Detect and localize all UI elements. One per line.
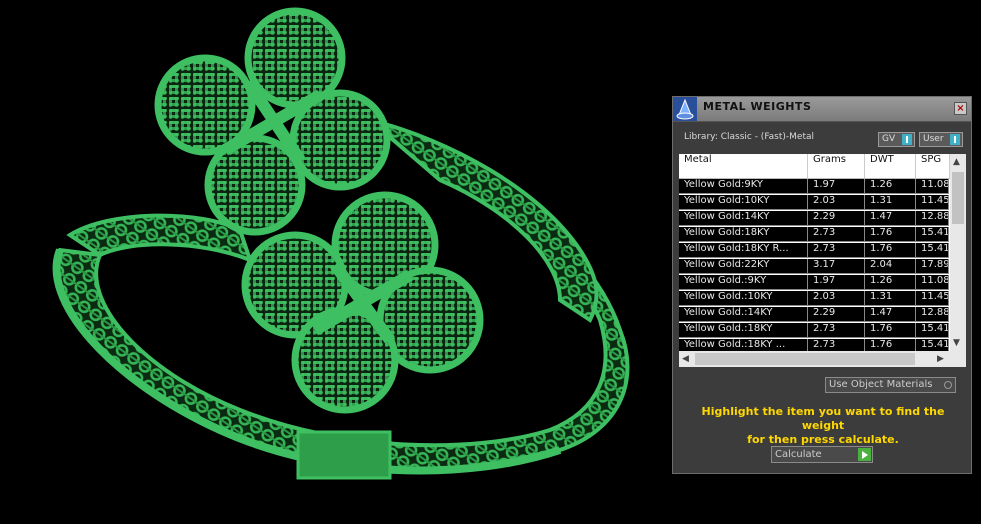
table-row[interactable]: Yellow Gold:18KY 2.73 1.76 15.41 <box>679 227 949 242</box>
grams-cell: 2.73 <box>808 243 865 258</box>
dwt-cell: 1.47 <box>865 307 916 322</box>
grams-cell: 2.29 <box>808 211 865 226</box>
table-row[interactable]: Yellow Gold.:14KY 2.29 1.47 12.88 <box>679 307 949 322</box>
grams-cell: 2.73 <box>808 227 865 242</box>
spg-cell: 17.89 <box>916 259 949 274</box>
spg-cell: 12.88 <box>916 307 949 322</box>
user-toggle[interactable]: User <box>919 132 963 147</box>
grams-cell: 1.97 <box>808 275 865 290</box>
column-header-dwt[interactable]: DWT <box>865 154 916 178</box>
play-arrow-icon <box>858 448 871 461</box>
dwt-cell: 1.31 <box>865 195 916 210</box>
horizontal-scroll-thumb[interactable] <box>695 353 915 365</box>
spg-cell: 11.08 <box>916 275 949 290</box>
column-header-grams[interactable]: Grams <box>808 154 865 178</box>
metal-cell: Yellow Gold.:18KY <box>679 323 808 338</box>
dwt-cell: 1.26 <box>865 275 916 290</box>
grams-cell: 2.03 <box>808 195 865 210</box>
metal-weights-app-icon <box>673 97 697 121</box>
table-header: Metal Grams DWT SPG <box>679 154 966 179</box>
scroll-up-icon[interactable]: ▲ <box>953 157 960 167</box>
dwt-cell: 1.76 <box>865 323 916 338</box>
column-header-spg[interactable]: SPG <box>916 154 950 178</box>
table-row[interactable]: Yellow Gold:9KY 1.97 1.26 11.08 <box>679 179 949 194</box>
metal-cell: Yellow Gold.:14KY <box>679 307 808 322</box>
dwt-cell: 2.04 <box>865 259 916 274</box>
spg-cell: 12.88 <box>916 211 949 226</box>
close-icon: × <box>956 103 965 114</box>
use-object-materials-option[interactable]: Use Object Materials <box>825 377 956 393</box>
dwt-cell: 1.76 <box>865 227 916 242</box>
toggle-knob-icon <box>902 134 912 145</box>
vertical-scrollbar[interactable]: ▲ ▼ <box>950 154 966 351</box>
scroll-left-icon[interactable]: ◀ <box>682 354 689 364</box>
metal-cell: Yellow Gold:18KY <box>679 227 808 242</box>
metal-table[interactable]: Metal Grams DWT SPG Yellow Gold:9KY 1.97 1… <box>679 154 966 367</box>
use-object-materials-label: Use Object Materials <box>829 379 933 390</box>
metal-cell: Yellow Gold:18KY R... <box>679 243 808 258</box>
table-row[interactable]: Yellow Gold:10KY 2.03 1.31 11.45 <box>679 195 949 210</box>
user-toggle-label: User <box>923 134 944 144</box>
close-button[interactable]: × <box>954 102 967 115</box>
spg-cell: 11.45 <box>916 195 949 210</box>
table-row[interactable]: Yellow Gold:18KY R... 2.73 1.76 15.41 <box>679 243 949 258</box>
metal-cell: Yellow Gold:14KY <box>679 211 808 226</box>
metal-cell: Yellow Gold:22KY <box>679 259 808 274</box>
panel-title: METAL WEIGHTS <box>703 100 812 113</box>
dwt-cell: 1.76 <box>865 243 916 258</box>
table-row[interactable]: Yellow Gold.:10KY 2.03 1.31 11.45 <box>679 291 949 306</box>
metal-cell: Yellow Gold:10KY <box>679 195 808 210</box>
gv-toggle[interactable]: GV <box>878 132 915 147</box>
ring-model <box>52 7 630 480</box>
table-row[interactable]: Yellow Gold:14KY 2.29 1.47 12.88 <box>679 211 949 226</box>
instruction-text: Highlight the item you want to find the … <box>683 405 963 447</box>
dwt-cell: 1.31 <box>865 291 916 306</box>
metal-weights-panel: METAL WEIGHTS × Library: Classic - (Fast… <box>672 96 972 474</box>
metal-cell: Yellow Gold.:10KY <box>679 291 808 306</box>
column-header-metal[interactable]: Metal <box>679 154 808 178</box>
toggle-knob-icon <box>950 134 960 145</box>
table-row[interactable]: Yellow Gold.:18KY 2.73 1.76 15.41 <box>679 323 949 338</box>
metal-cell: Yellow Gold:9KY <box>679 179 808 194</box>
table-row[interactable]: Yellow Gold:22KY 3.17 2.04 17.89 <box>679 259 949 274</box>
grams-cell: 3.17 <box>808 259 865 274</box>
instruction-line-1: Highlight the item you want to find the … <box>701 405 945 432</box>
panel-titlebar[interactable]: METAL WEIGHTS × <box>673 97 971 122</box>
calculate-label: Calculate <box>775 449 822 460</box>
dwt-cell: 1.26 <box>865 179 916 194</box>
grams-cell: 2.73 <box>808 323 865 338</box>
grams-cell: 2.03 <box>808 291 865 306</box>
instruction-line-2: for then press calculate. <box>747 433 899 446</box>
spg-cell: 15.41 <box>916 243 949 258</box>
vertical-scroll-thumb[interactable] <box>952 172 964 224</box>
spg-cell: 15.41 <box>916 323 949 338</box>
library-label: Library: Classic - (Fast)-Metal <box>684 132 815 142</box>
grams-cell: 1.97 <box>808 179 865 194</box>
spg-cell: 15.41 <box>916 227 949 242</box>
scroll-right-icon[interactable]: ▶ <box>937 354 944 364</box>
dwt-cell: 1.47 <box>865 211 916 226</box>
calculate-button[interactable]: Calculate <box>771 446 873 463</box>
horizontal-scrollbar[interactable]: ◀ ▶ <box>679 351 966 367</box>
radio-icon[interactable] <box>944 381 952 389</box>
grams-cell: 2.29 <box>808 307 865 322</box>
scroll-down-icon[interactable]: ▼ <box>953 338 960 348</box>
gv-toggle-label: GV <box>882 134 896 144</box>
spg-cell: 11.08 <box>916 179 949 194</box>
metal-cell: Yellow Gold.:9KY <box>679 275 808 290</box>
spg-cell: 11.45 <box>916 291 949 306</box>
table-row[interactable]: Yellow Gold.:9KY 1.97 1.26 11.08 <box>679 275 949 290</box>
